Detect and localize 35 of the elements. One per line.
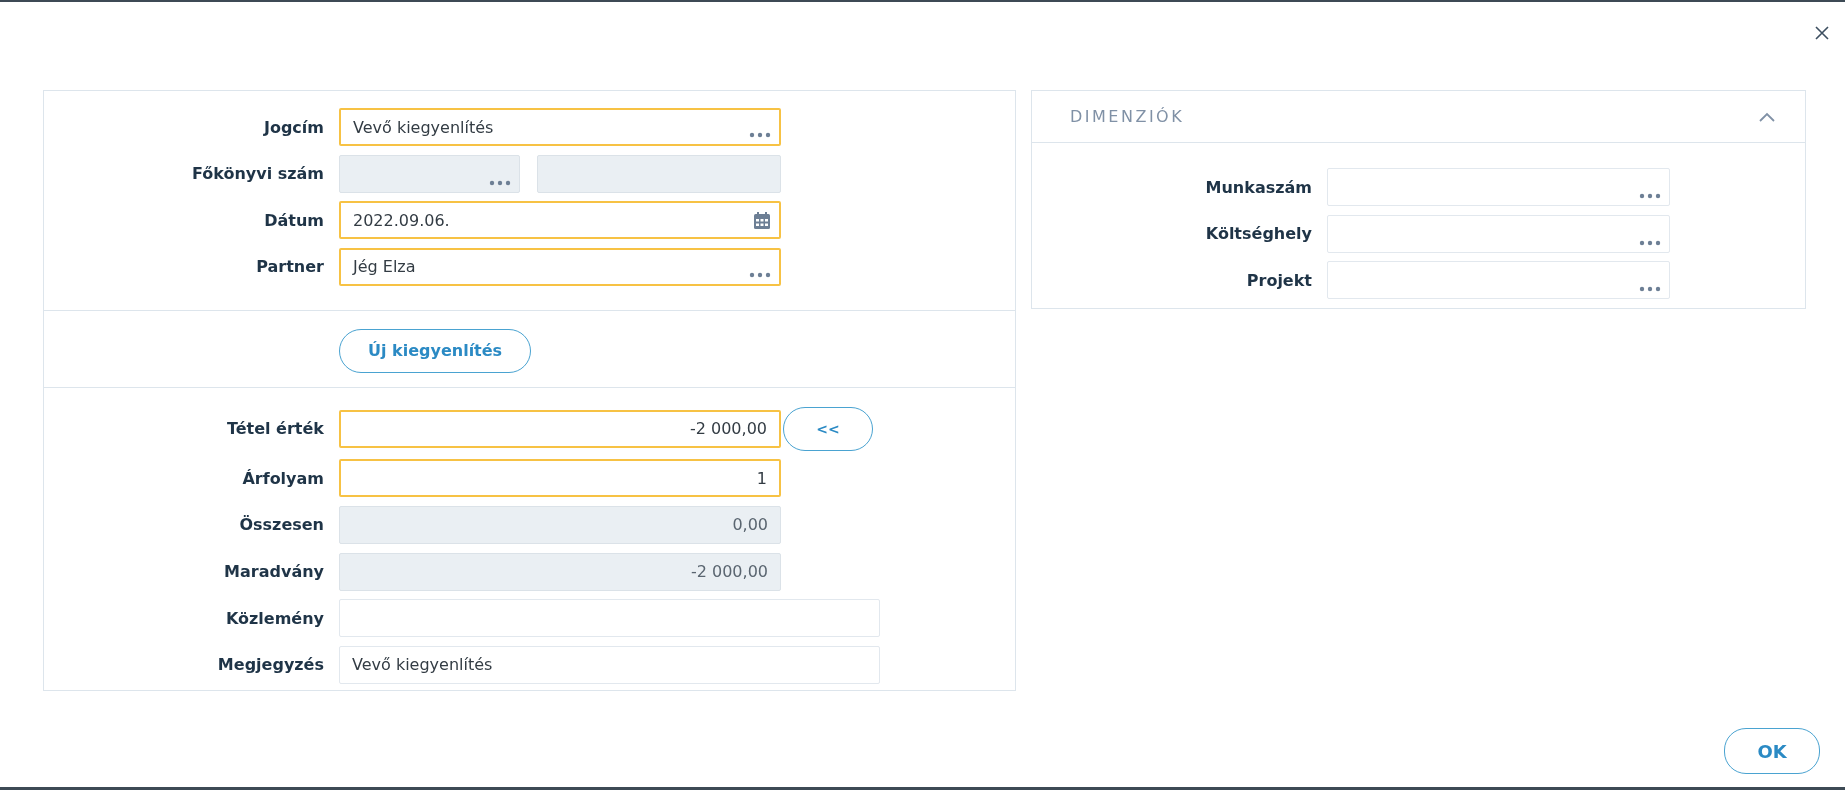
input-field[interactable]: Vevő kiegyenlítés bbox=[339, 108, 781, 146]
input-field[interactable]: Jég Elza bbox=[339, 247, 781, 286]
input-field[interactable] bbox=[339, 599, 880, 638]
section-title: DIMENZIÓK bbox=[1070, 107, 1185, 126]
field-label: Megjegyzés bbox=[216, 655, 325, 675]
field-label: Dátum bbox=[263, 210, 325, 230]
input-field[interactable] bbox=[1327, 168, 1670, 206]
chevron-icon[interactable] bbox=[1759, 111, 1775, 122]
more-icon[interactable] bbox=[749, 271, 771, 278]
input-field[interactable]: -2 000,00 bbox=[339, 409, 781, 448]
field-label: Tétel érték bbox=[225, 419, 325, 439]
more-icon[interactable] bbox=[1639, 193, 1661, 199]
input-field[interactable]: 2022.09.06. bbox=[339, 201, 781, 240]
input-field[interactable]: 1 bbox=[339, 459, 781, 498]
field-label: Munkaszám bbox=[1204, 177, 1313, 197]
more-icon[interactable] bbox=[749, 132, 771, 138]
new-payment-button[interactable]: Új kiegyenlítés bbox=[339, 328, 532, 373]
field-label: Árfolyam bbox=[241, 468, 325, 488]
field-label: Összesen bbox=[238, 515, 325, 535]
field-label: Közlemény bbox=[224, 608, 325, 628]
input-field[interactable]: Vevő kiegyenlítés bbox=[339, 645, 880, 684]
field-label: Maradvány bbox=[223, 562, 325, 582]
field-label: Partner bbox=[255, 257, 325, 277]
more-icon[interactable] bbox=[1639, 286, 1661, 293]
input-field[interactable] bbox=[1327, 261, 1670, 300]
field-label: Projekt bbox=[1245, 270, 1313, 290]
ok-button[interactable]: OK bbox=[1724, 728, 1820, 774]
field-label: Főkönyvi szám bbox=[190, 164, 325, 184]
more-icon[interactable] bbox=[1639, 239, 1661, 246]
input-field[interactable] bbox=[1327, 214, 1670, 253]
field-label: Költséghely bbox=[1204, 224, 1313, 244]
close-icon[interactable] bbox=[1815, 26, 1829, 40]
transfer-button[interactable]: << bbox=[783, 406, 873, 451]
calendar-icon[interactable] bbox=[753, 212, 771, 231]
field-label: Jogcím bbox=[262, 117, 325, 137]
